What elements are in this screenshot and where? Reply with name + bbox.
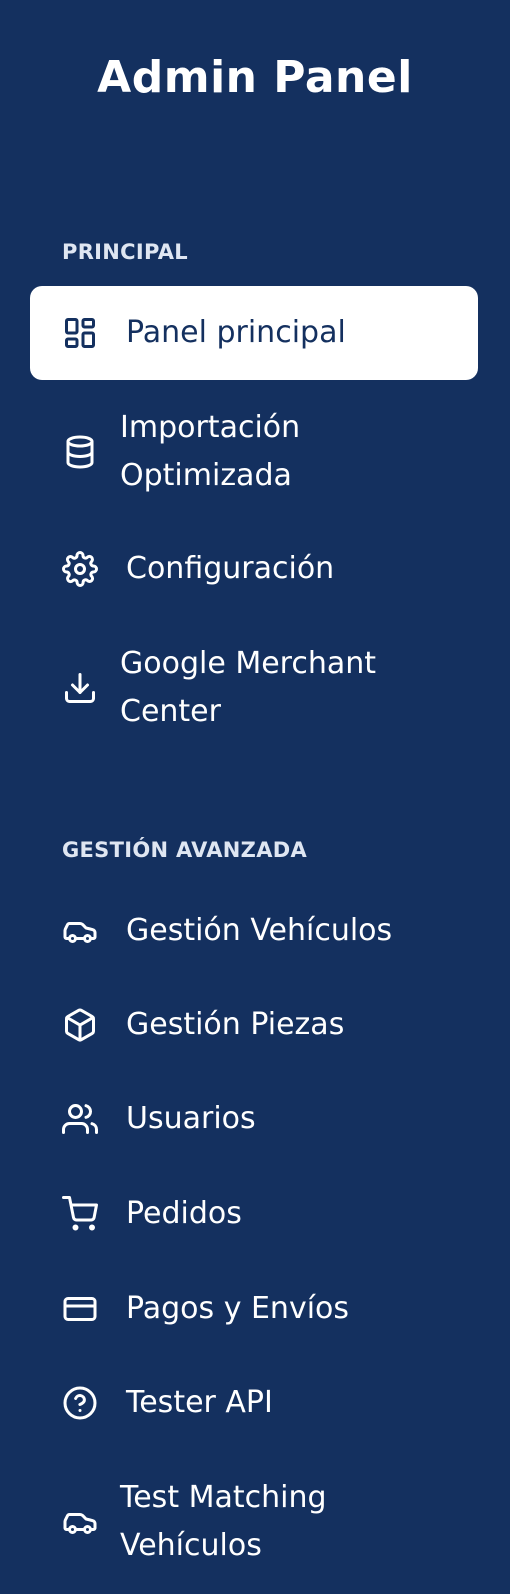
car-icon [62, 1504, 98, 1540]
package-icon [62, 1007, 98, 1043]
sidebar-item-label: Google Merchant Center [120, 646, 377, 729]
database-icon [62, 434, 98, 470]
sidebar-item-usuarios[interactable]: Usuarios [30, 1072, 478, 1166]
credit-card-icon [62, 1291, 98, 1327]
sidebar-item-label: Configuración [126, 551, 335, 586]
gear-icon [62, 551, 98, 587]
sidebar-item-pagos-envios[interactable]: Pagos y Envíos [30, 1262, 478, 1356]
users-icon [62, 1101, 98, 1137]
sidebar-item-label: Tester API [126, 1385, 273, 1420]
cart-icon [62, 1196, 98, 1232]
sidebar-item-panel-principal[interactable]: Panel principal [30, 286, 478, 380]
sidebar-item-label: Gestión Piezas [126, 1007, 345, 1042]
sidebar-item-google-merchant-center[interactable]: Google Merchant Center [30, 640, 478, 736]
section-title-gestion-avanzada: GESTIÓN AVANZADA [62, 838, 308, 862]
sidebar-item-label: Panel principal [126, 315, 346, 350]
sidebar-item-gestion-vehiculos[interactable]: Gestión Vehículos [30, 884, 478, 978]
sidebar-item-importacion-optimizada[interactable]: Importación Optimizada [30, 404, 478, 500]
sidebar-item-label: Pedidos [126, 1196, 242, 1231]
sidebar-item-pedidos[interactable]: Pedidos [30, 1167, 478, 1261]
sidebar-item-label: Importación Optimizada [120, 410, 301, 493]
dashboard-icon [62, 315, 98, 351]
sidebar-item-tester-api[interactable]: Tester API [30, 1356, 478, 1450]
app-title: Admin Panel [97, 52, 413, 103]
car-icon [62, 913, 98, 949]
sidebar-item-configuracion[interactable]: Configuración [30, 522, 478, 616]
sidebar-item-label: Gestión Vehículos [126, 913, 393, 948]
sidebar-item-label: Usuarios [126, 1101, 256, 1136]
sidebar-item-gestion-piezas[interactable]: Gestión Piezas [30, 978, 478, 1072]
download-icon [62, 670, 98, 706]
sidebar-item-label: Test Matching Vehículos [120, 1480, 327, 1563]
section-title-principal: PRINCIPAL [62, 240, 188, 264]
help-circle-icon [62, 1385, 98, 1421]
sidebar-item-label: Pagos y Envíos [126, 1291, 350, 1326]
sidebar-item-test-matching-vehiculos[interactable]: Test Matching Vehículos [30, 1474, 478, 1570]
sidebar: Admin Panel PRINCIPAL Panel principal Im… [0, 0, 510, 1594]
